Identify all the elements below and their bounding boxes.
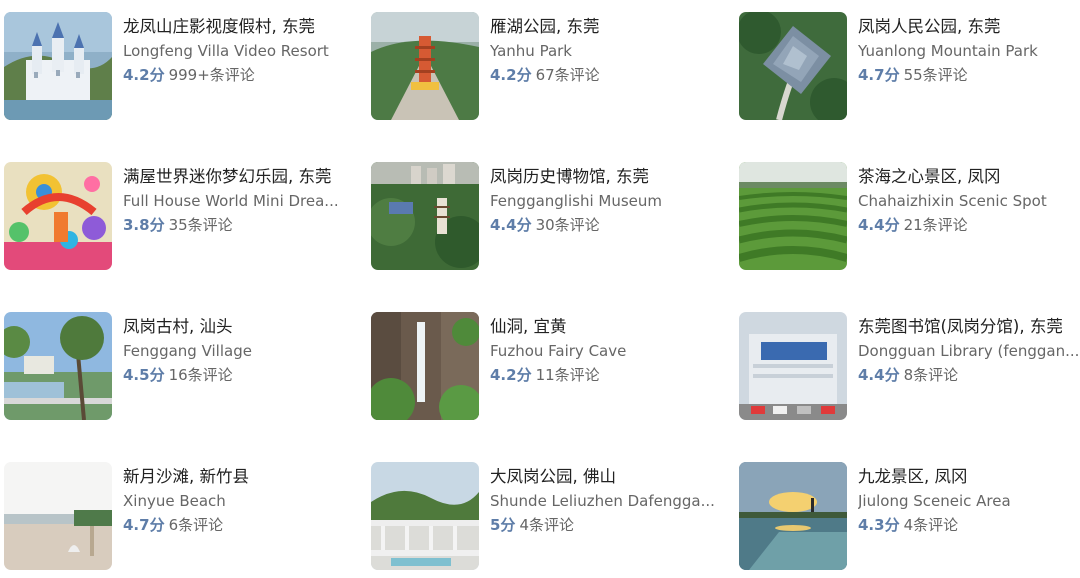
place-title[interactable]: 仙洞, 宜黄 bbox=[490, 316, 715, 338]
review-count: 4条评论 bbox=[519, 516, 574, 534]
place-subtitle: Xinyue Beach bbox=[123, 492, 226, 510]
place-card[interactable]: 凤岗人民公园, 东莞 Yuanlong Mountain Park 4.7分 55… bbox=[739, 12, 1080, 122]
place-title[interactable]: 龙凤山庄影视度假村, 东莞 bbox=[123, 16, 348, 38]
place-title[interactable]: 新月沙滩, 新竹县 bbox=[123, 466, 348, 488]
place-title[interactable]: 东莞图书馆(凤岗分馆), 东莞 bbox=[858, 316, 1080, 338]
rating: 4.5分 bbox=[123, 366, 165, 384]
place-title[interactable]: 凤岗人民公园, 东莞 bbox=[858, 16, 1080, 38]
place-subtitle: Shunde Leliuzhen Dafengga... bbox=[490, 492, 715, 510]
place-subtitle: Fenggang Village bbox=[123, 342, 252, 360]
place-card[interactable]: 满屋世界迷你梦幻乐园, 东莞 Full House World Mini Dre… bbox=[4, 162, 349, 272]
place-subtitle: Fengganglishi Museum bbox=[490, 192, 663, 210]
rating: 4.4分 bbox=[858, 216, 900, 234]
beach-image[interactable] bbox=[4, 462, 112, 570]
rating: 4.3分 bbox=[858, 516, 900, 534]
place-card[interactable]: 大凤岗公园, 佛山 Shunde Leliuzhen Dafengga... 5… bbox=[371, 462, 716, 572]
place-card[interactable]: 新月沙滩, 新竹县 Xinyue Beach 4.7分 6条评论 bbox=[4, 462, 349, 572]
place-title[interactable]: 满屋世界迷你梦幻乐园, 东莞 bbox=[123, 166, 348, 188]
review-count: 8条评论 bbox=[903, 366, 959, 384]
review-count: 999+条评论 bbox=[168, 66, 255, 84]
park-railing-image[interactable] bbox=[371, 462, 479, 570]
place-subtitle: Dongguan Library (fenggan... bbox=[858, 342, 1080, 360]
place-card[interactable]: 仙洞, 宜黄 Fuzhou Fairy Cave 4.2分 11条评论 bbox=[371, 312, 716, 422]
rating: 4.4分 bbox=[490, 216, 532, 234]
review-count: 21条评论 bbox=[903, 216, 968, 234]
review-count: 55条评论 bbox=[903, 66, 968, 84]
waterfall-image[interactable] bbox=[371, 312, 479, 420]
riverside-village-image[interactable] bbox=[4, 312, 112, 420]
review-count: 67条评论 bbox=[535, 66, 600, 84]
place-title[interactable]: 雁湖公园, 东莞 bbox=[490, 16, 715, 38]
place-card[interactable]: 雁湖公园, 东莞 Yanhu Park 4.2分 67条评论 bbox=[371, 12, 716, 122]
review-count: 35条评论 bbox=[168, 216, 233, 234]
rating: 4.7分 bbox=[123, 516, 165, 534]
place-subtitle: Full House World Mini Drea... bbox=[123, 192, 339, 210]
place-card[interactable]: 东莞图书馆(凤岗分馆), 东莞 Dongguan Library (fengga… bbox=[739, 312, 1080, 422]
place-title[interactable]: 凤岗历史博物馆, 东莞 bbox=[490, 166, 715, 188]
place-title[interactable]: 茶海之心景区, 凤冈 bbox=[858, 166, 1080, 188]
rating: 3.8分 bbox=[123, 216, 165, 234]
colorful-amusement-image[interactable] bbox=[4, 162, 112, 270]
rating: 4.2分 bbox=[123, 66, 165, 84]
place-card[interactable]: 龙凤山庄影视度假村, 东莞 Longfeng Villa Video Resor… bbox=[4, 12, 349, 122]
hill-pagoda-image[interactable] bbox=[371, 162, 479, 270]
place-subtitle: Yuanlong Mountain Park bbox=[858, 42, 1038, 60]
review-count: 6条评论 bbox=[168, 516, 224, 534]
place-title[interactable]: 九龙景区, 凤冈 bbox=[858, 466, 1080, 488]
rating: 4.2分 bbox=[490, 66, 532, 84]
tea-field-image[interactable] bbox=[739, 162, 847, 270]
place-subtitle: Yanhu Park bbox=[490, 42, 572, 60]
place-title[interactable]: 大凤岗公园, 佛山 bbox=[490, 466, 715, 488]
rating: 5分 bbox=[490, 516, 516, 534]
place-subtitle: Fuzhou Fairy Cave bbox=[490, 342, 627, 360]
review-count: 30条评论 bbox=[535, 216, 600, 234]
sunset-lake-image[interactable] bbox=[739, 462, 847, 570]
review-count: 11条评论 bbox=[535, 366, 600, 384]
castle-image[interactable] bbox=[4, 12, 112, 120]
place-title[interactable]: 凤岗古村, 汕头 bbox=[123, 316, 348, 338]
place-subtitle: Longfeng Villa Video Resort bbox=[123, 42, 329, 60]
pagoda-park-image[interactable] bbox=[371, 12, 479, 120]
rating: 4.2分 bbox=[490, 366, 532, 384]
review-count: 16条评论 bbox=[168, 366, 233, 384]
place-card[interactable]: 九龙景区, 凤冈 Jiulong Sceneic Area 4.3分 4条评论 bbox=[739, 462, 1080, 572]
rating: 4.4分 bbox=[858, 366, 900, 384]
place-subtitle: Jiulong Sceneic Area bbox=[858, 492, 1011, 510]
rating: 4.7分 bbox=[858, 66, 900, 84]
place-card[interactable]: 茶海之心景区, 凤冈 Chahaizhixin Scenic Spot 4.4分… bbox=[739, 162, 1080, 272]
review-count: 4条评论 bbox=[903, 516, 959, 534]
places-grid: 龙凤山庄影视度假村, 东莞 Longfeng Villa Video Resor… bbox=[0, 0, 1080, 578]
place-subtitle: Chahaizhixin Scenic Spot bbox=[858, 192, 1047, 210]
library-building-image[interactable] bbox=[739, 312, 847, 420]
place-card[interactable]: 凤岗古村, 汕头 Fenggang Village 4.5分 16条评论 bbox=[4, 312, 349, 422]
place-card[interactable]: 凤岗历史博物馆, 东莞 Fengganglishi Museum 4.4分 30条… bbox=[371, 162, 716, 272]
pavilion-aerial-image[interactable] bbox=[739, 12, 847, 120]
